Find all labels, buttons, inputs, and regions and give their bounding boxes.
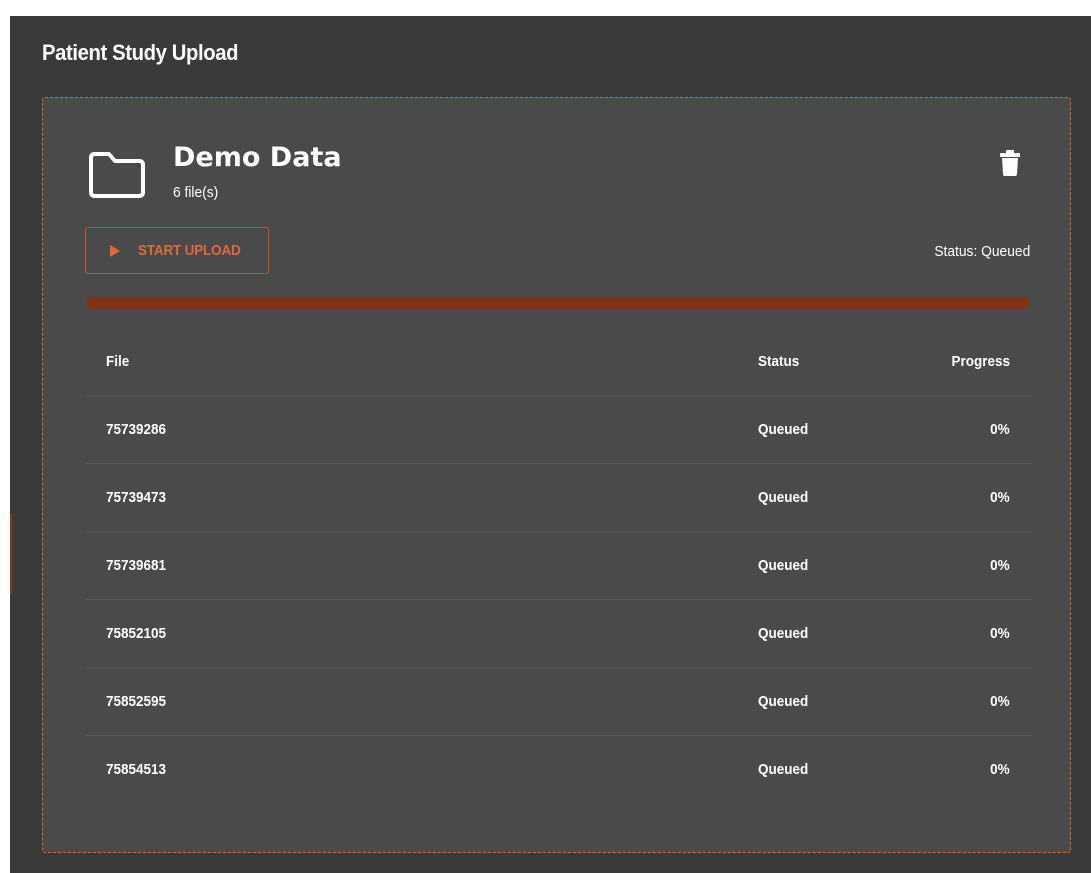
- overall-progress-bar: [86, 297, 1030, 309]
- row-progress: 0%: [990, 761, 1010, 778]
- overall-status: Status: Queued: [934, 243, 1030, 260]
- row-file: 75739681: [106, 557, 167, 574]
- row-file: 75739473: [106, 489, 167, 506]
- left-edge-accent: [10, 514, 12, 594]
- start-upload-button[interactable]: START UPLOAD: [85, 227, 269, 274]
- row-status: Queued: [758, 761, 809, 778]
- table-header: File Status Progress: [86, 328, 1032, 396]
- table-row: 75739681 Queued 0%: [86, 532, 1032, 600]
- row-status: Queued: [758, 693, 809, 710]
- page-title: Patient Study Upload: [42, 40, 239, 65]
- study-name: Demo Data: [173, 142, 342, 173]
- file-count: 6 file(s): [173, 184, 219, 201]
- row-progress: 0%: [990, 693, 1010, 710]
- table-row: 75852595 Queued 0%: [86, 668, 1032, 736]
- row-status: Queued: [758, 489, 809, 506]
- table-row: 75739473 Queued 0%: [86, 464, 1032, 532]
- table-row: 75739286 Queued 0%: [86, 396, 1032, 464]
- study-upload-card: Demo Data 6 file(s) START UPLOAD Status:…: [42, 97, 1071, 853]
- table-row: 75852105 Queued 0%: [86, 600, 1032, 668]
- folder-icon: [89, 152, 145, 198]
- header-file: File: [106, 353, 130, 370]
- row-file: 75852105: [106, 625, 167, 642]
- trash-icon[interactable]: [1000, 150, 1020, 176]
- upload-window: Patient Study Upload Demo Data 6 file(s)…: [10, 16, 1091, 873]
- play-icon: [110, 244, 120, 257]
- row-file: 75852595: [106, 693, 167, 710]
- row-file: 75854513: [106, 761, 167, 778]
- row-progress: 0%: [990, 421, 1010, 438]
- row-progress: 0%: [990, 489, 1010, 506]
- row-file: 75739286: [106, 421, 167, 438]
- start-upload-label: START UPLOAD: [138, 242, 241, 259]
- row-progress: 0%: [990, 557, 1010, 574]
- file-table: File Status Progress 75739286 Queued 0% …: [86, 328, 1032, 804]
- header-progress: Progress: [951, 353, 1010, 370]
- row-status: Queued: [758, 421, 809, 438]
- row-status: Queued: [758, 625, 809, 642]
- row-status: Queued: [758, 557, 809, 574]
- table-row: 75854513 Queued 0%: [86, 736, 1032, 804]
- row-progress: 0%: [990, 625, 1010, 642]
- header-status: Status: [758, 353, 800, 370]
